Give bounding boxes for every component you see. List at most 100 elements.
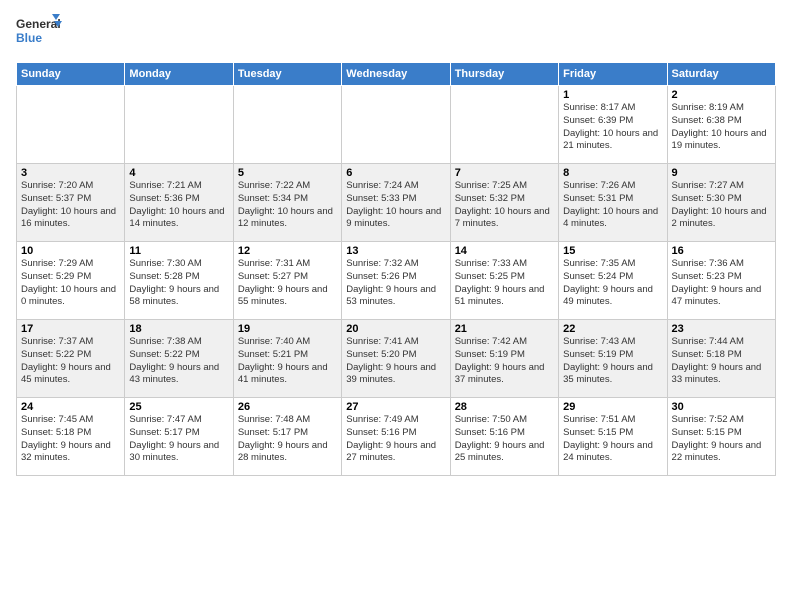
calendar-cell: 7Sunrise: 7:25 AM Sunset: 5:32 PM Daylig… xyxy=(450,164,558,242)
day-number: 5 xyxy=(238,167,337,179)
calendar-cell: 5Sunrise: 7:22 AM Sunset: 5:34 PM Daylig… xyxy=(233,164,341,242)
day-info: Sunrise: 7:47 AM Sunset: 5:17 PM Dayligh… xyxy=(129,414,228,465)
calendar-cell xyxy=(17,86,125,164)
day-info: Sunrise: 7:49 AM Sunset: 5:16 PM Dayligh… xyxy=(346,414,445,465)
day-number: 20 xyxy=(346,323,445,335)
calendar-cell: 11Sunrise: 7:30 AM Sunset: 5:28 PM Dayli… xyxy=(125,242,233,320)
day-number: 30 xyxy=(672,401,771,413)
day-number: 14 xyxy=(455,245,554,257)
day-number: 6 xyxy=(346,167,445,179)
calendar-cell: 17Sunrise: 7:37 AM Sunset: 5:22 PM Dayli… xyxy=(17,320,125,398)
day-info: Sunrise: 7:33 AM Sunset: 5:25 PM Dayligh… xyxy=(455,258,554,309)
day-info: Sunrise: 7:26 AM Sunset: 5:31 PM Dayligh… xyxy=(563,180,662,231)
header: General Blue xyxy=(16,12,776,56)
calendar-cell xyxy=(342,86,450,164)
day-info: Sunrise: 7:25 AM Sunset: 5:32 PM Dayligh… xyxy=(455,180,554,231)
svg-text:Blue: Blue xyxy=(16,31,42,45)
calendar-week-row: 1Sunrise: 8:17 AM Sunset: 6:39 PM Daylig… xyxy=(17,86,776,164)
calendar-cell: 2Sunrise: 8:19 AM Sunset: 6:38 PM Daylig… xyxy=(667,86,775,164)
calendar-header-saturday: Saturday xyxy=(667,63,775,86)
day-info: Sunrise: 7:43 AM Sunset: 5:19 PM Dayligh… xyxy=(563,336,662,387)
calendar-cell: 27Sunrise: 7:49 AM Sunset: 5:16 PM Dayli… xyxy=(342,398,450,476)
day-info: Sunrise: 7:27 AM Sunset: 5:30 PM Dayligh… xyxy=(672,180,771,231)
calendar-cell: 13Sunrise: 7:32 AM Sunset: 5:26 PM Dayli… xyxy=(342,242,450,320)
calendar-cell: 23Sunrise: 7:44 AM Sunset: 5:18 PM Dayli… xyxy=(667,320,775,398)
calendar-cell: 15Sunrise: 7:35 AM Sunset: 5:24 PM Dayli… xyxy=(559,242,667,320)
logo: General Blue xyxy=(16,12,66,56)
calendar-cell xyxy=(125,86,233,164)
calendar-cell: 10Sunrise: 7:29 AM Sunset: 5:29 PM Dayli… xyxy=(17,242,125,320)
day-number: 4 xyxy=(129,167,228,179)
day-number: 18 xyxy=(129,323,228,335)
day-info: Sunrise: 7:38 AM Sunset: 5:22 PM Dayligh… xyxy=(129,336,228,387)
day-number: 11 xyxy=(129,245,228,257)
day-info: Sunrise: 7:40 AM Sunset: 5:21 PM Dayligh… xyxy=(238,336,337,387)
day-number: 7 xyxy=(455,167,554,179)
calendar-header-friday: Friday xyxy=(559,63,667,86)
day-info: Sunrise: 7:31 AM Sunset: 5:27 PM Dayligh… xyxy=(238,258,337,309)
day-number: 1 xyxy=(563,89,662,101)
calendar-header-sunday: Sunday xyxy=(17,63,125,86)
day-info: Sunrise: 7:32 AM Sunset: 5:26 PM Dayligh… xyxy=(346,258,445,309)
calendar-week-row: 3Sunrise: 7:20 AM Sunset: 5:37 PM Daylig… xyxy=(17,164,776,242)
calendar-cell: 6Sunrise: 7:24 AM Sunset: 5:33 PM Daylig… xyxy=(342,164,450,242)
day-info: Sunrise: 7:48 AM Sunset: 5:17 PM Dayligh… xyxy=(238,414,337,465)
calendar-cell: 12Sunrise: 7:31 AM Sunset: 5:27 PM Dayli… xyxy=(233,242,341,320)
day-info: Sunrise: 7:44 AM Sunset: 5:18 PM Dayligh… xyxy=(672,336,771,387)
day-number: 12 xyxy=(238,245,337,257)
calendar-cell: 26Sunrise: 7:48 AM Sunset: 5:17 PM Dayli… xyxy=(233,398,341,476)
day-info: Sunrise: 7:20 AM Sunset: 5:37 PM Dayligh… xyxy=(21,180,120,231)
calendar-cell: 28Sunrise: 7:50 AM Sunset: 5:16 PM Dayli… xyxy=(450,398,558,476)
calendar-cell: 4Sunrise: 7:21 AM Sunset: 5:36 PM Daylig… xyxy=(125,164,233,242)
calendar-header-wednesday: Wednesday xyxy=(342,63,450,86)
day-info: Sunrise: 7:22 AM Sunset: 5:34 PM Dayligh… xyxy=(238,180,337,231)
calendar-cell: 3Sunrise: 7:20 AM Sunset: 5:37 PM Daylig… xyxy=(17,164,125,242)
day-number: 16 xyxy=(672,245,771,257)
day-number: 25 xyxy=(129,401,228,413)
calendar-cell xyxy=(450,86,558,164)
day-number: 27 xyxy=(346,401,445,413)
calendar-cell: 22Sunrise: 7:43 AM Sunset: 5:19 PM Dayli… xyxy=(559,320,667,398)
calendar-cell: 1Sunrise: 8:17 AM Sunset: 6:39 PM Daylig… xyxy=(559,86,667,164)
calendar-cell: 18Sunrise: 7:38 AM Sunset: 5:22 PM Dayli… xyxy=(125,320,233,398)
day-number: 22 xyxy=(563,323,662,335)
day-info: Sunrise: 7:50 AM Sunset: 5:16 PM Dayligh… xyxy=(455,414,554,465)
calendar: SundayMondayTuesdayWednesdayThursdayFrid… xyxy=(16,62,776,476)
day-number: 17 xyxy=(21,323,120,335)
calendar-week-row: 17Sunrise: 7:37 AM Sunset: 5:22 PM Dayli… xyxy=(17,320,776,398)
calendar-week-row: 10Sunrise: 7:29 AM Sunset: 5:29 PM Dayli… xyxy=(17,242,776,320)
page: General Blue SundayMondayTuesdayWednesda… xyxy=(0,0,792,612)
day-info: Sunrise: 7:29 AM Sunset: 5:29 PM Dayligh… xyxy=(21,258,120,309)
calendar-cell: 21Sunrise: 7:42 AM Sunset: 5:19 PM Dayli… xyxy=(450,320,558,398)
calendar-cell: 16Sunrise: 7:36 AM Sunset: 5:23 PM Dayli… xyxy=(667,242,775,320)
day-number: 2 xyxy=(672,89,771,101)
calendar-cell: 14Sunrise: 7:33 AM Sunset: 5:25 PM Dayli… xyxy=(450,242,558,320)
calendar-week-row: 24Sunrise: 7:45 AM Sunset: 5:18 PM Dayli… xyxy=(17,398,776,476)
day-number: 19 xyxy=(238,323,337,335)
calendar-cell xyxy=(233,86,341,164)
day-info: Sunrise: 7:41 AM Sunset: 5:20 PM Dayligh… xyxy=(346,336,445,387)
day-info: Sunrise: 8:17 AM Sunset: 6:39 PM Dayligh… xyxy=(563,102,662,153)
calendar-cell: 20Sunrise: 7:41 AM Sunset: 5:20 PM Dayli… xyxy=(342,320,450,398)
day-number: 21 xyxy=(455,323,554,335)
day-number: 13 xyxy=(346,245,445,257)
day-number: 9 xyxy=(672,167,771,179)
calendar-header-thursday: Thursday xyxy=(450,63,558,86)
calendar-cell: 25Sunrise: 7:47 AM Sunset: 5:17 PM Dayli… xyxy=(125,398,233,476)
calendar-header-row: SundayMondayTuesdayWednesdayThursdayFrid… xyxy=(17,63,776,86)
calendar-header-monday: Monday xyxy=(125,63,233,86)
day-number: 8 xyxy=(563,167,662,179)
day-info: Sunrise: 7:37 AM Sunset: 5:22 PM Dayligh… xyxy=(21,336,120,387)
calendar-cell: 8Sunrise: 7:26 AM Sunset: 5:31 PM Daylig… xyxy=(559,164,667,242)
day-info: Sunrise: 7:52 AM Sunset: 5:15 PM Dayligh… xyxy=(672,414,771,465)
calendar-cell: 24Sunrise: 7:45 AM Sunset: 5:18 PM Dayli… xyxy=(17,398,125,476)
calendar-header-tuesday: Tuesday xyxy=(233,63,341,86)
day-info: Sunrise: 7:51 AM Sunset: 5:15 PM Dayligh… xyxy=(563,414,662,465)
day-info: Sunrise: 7:36 AM Sunset: 5:23 PM Dayligh… xyxy=(672,258,771,309)
calendar-cell: 19Sunrise: 7:40 AM Sunset: 5:21 PM Dayli… xyxy=(233,320,341,398)
day-info: Sunrise: 8:19 AM Sunset: 6:38 PM Dayligh… xyxy=(672,102,771,153)
day-number: 29 xyxy=(563,401,662,413)
day-number: 26 xyxy=(238,401,337,413)
day-info: Sunrise: 7:35 AM Sunset: 5:24 PM Dayligh… xyxy=(563,258,662,309)
calendar-cell: 9Sunrise: 7:27 AM Sunset: 5:30 PM Daylig… xyxy=(667,164,775,242)
